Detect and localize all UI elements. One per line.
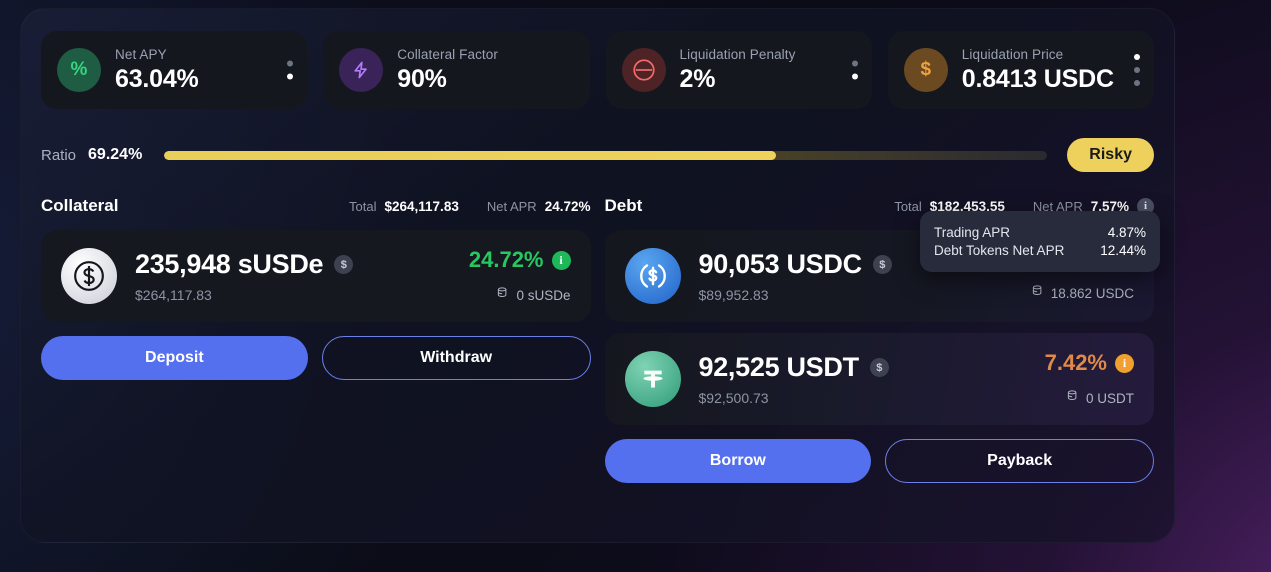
debt-column: Debt Total $182,453.55 Net APR 7.57% i T… — [604, 193, 1160, 483]
info-icon[interactable]: i — [1115, 353, 1134, 373]
stat-value: 2% — [679, 64, 716, 93]
stats-row: % Net APY 63.04% Collateral Factor 90% L… — [41, 31, 1154, 109]
dollar-badge-icon: $ — [872, 255, 892, 274]
debt-asset-usd: $92,500.73 — [698, 390, 769, 406]
tooltip-value: 4.87% — [1107, 225, 1146, 240]
collateral-actions: Deposit Withdraw — [41, 336, 591, 380]
deposit-button[interactable]: Deposit — [41, 336, 308, 380]
ratio-label: Ratio — [41, 146, 77, 164]
stat-dots — [851, 60, 858, 80]
withdraw-button[interactable]: Withdraw — [321, 336, 591, 380]
collateral-wallet-balance: 0 sUSDe — [516, 287, 571, 303]
debt-asset-apr: 7.42% — [1044, 350, 1107, 375]
stat-card-liquidation-penalty[interactable]: Liquidation Penalty 2% — [605, 31, 872, 109]
stat-dots — [287, 60, 294, 80]
ratio-row: Ratio 69.24% Risky — [41, 135, 1154, 175]
stat-value: 90% — [397, 64, 447, 93]
dollar-icon: $ — [903, 48, 948, 92]
stat-value: 63.04% — [115, 64, 199, 93]
info-icon[interactable]: i — [551, 250, 571, 270]
stat-label: Collateral Factor — [397, 46, 498, 62]
debt-actions: Borrow Payback — [604, 439, 1154, 483]
position-panel: % Net APY 63.04% Collateral Factor 90% L… — [20, 8, 1175, 543]
borrow-button[interactable]: Borrow — [604, 439, 872, 483]
dollar-badge-icon: $ — [334, 255, 354, 274]
debt-asset-amount: 90,053 USDC — [698, 249, 863, 279]
debt-wallet-balance: 18.862 USDC — [1050, 285, 1134, 301]
susde-coin-icon — [61, 248, 117, 304]
percent-icon: % — [57, 48, 101, 92]
stat-value: 0.8413 USDC — [961, 64, 1114, 93]
apr-breakdown-tooltip: Trading APR 4.87% Debt Tokens Net APR 12… — [920, 211, 1160, 272]
collateral-apr-label: Net APR — [486, 198, 537, 214]
stat-card-collateral-factor[interactable]: Collateral Factor 90% — [323, 31, 590, 109]
stat-card-liquidation-price[interactable]: $ Liquidation Price 0.8413 USDC — [887, 31, 1154, 109]
wallet-icon — [494, 285, 509, 305]
collateral-title: Collateral — [41, 196, 119, 215]
dollar-badge-icon: $ — [869, 358, 889, 377]
collateral-total-value: $264,117.83 — [384, 198, 459, 214]
usdt-coin-icon — [624, 351, 681, 407]
debt-asset-row[interactable]: 92,525 USDT $ $92,500.73 7.42% i 0 USDT — [604, 333, 1154, 425]
collateral-column: Collateral Total $264,117.83 Net APR 24.… — [41, 193, 591, 483]
collateral-asset-amount: 235,948 sUSDe — [135, 249, 324, 279]
ratio-progress-fill — [164, 150, 776, 160]
debt-total-label: Total — [894, 198, 922, 214]
debt-asset-amount: 92,525 USDT — [698, 352, 860, 382]
debt-asset-usd: $89,952.83 — [698, 287, 769, 303]
collateral-apr-value: 24.72% — [544, 198, 591, 214]
tooltip-value: 12.44% — [1100, 243, 1146, 258]
collateral-total-label: Total — [349, 198, 377, 214]
collateral-asset-usd: $264,117.83 — [135, 287, 212, 303]
stat-label: Net APY — [115, 46, 167, 62]
stat-label: Liquidation Penalty — [679, 46, 796, 62]
tooltip-label: Trading APR — [934, 225, 1011, 240]
wallet-icon — [1029, 283, 1044, 303]
collateral-asset-row[interactable]: 235,948 sUSDe $ $264,117.83 24.72% i 0 s… — [41, 230, 591, 322]
usdc-coin-icon — [624, 248, 681, 304]
status-badge-risky[interactable]: Risky — [1067, 138, 1154, 172]
positions-columns: Collateral Total $264,117.83 Net APR 24.… — [41, 193, 1160, 483]
collateral-asset-apr: 24.72% — [468, 247, 544, 272]
payback-button[interactable]: Payback — [885, 439, 1154, 483]
debt-title: Debt — [604, 196, 643, 215]
tooltip-row: Trading APR 4.87% — [934, 225, 1146, 240]
debt-wallet-balance: 0 USDT — [1085, 390, 1134, 406]
collateral-header: Collateral Total $264,117.83 Net APR 24.… — [41, 193, 591, 219]
stat-card-net-apy[interactable]: % Net APY 63.04% — [41, 31, 308, 109]
minus-circle-icon — [621, 48, 666, 92]
tooltip-row: Debt Tokens Net APR 12.44% — [934, 243, 1146, 258]
bolt-icon — [339, 48, 384, 92]
tooltip-label: Debt Tokens Net APR — [934, 243, 1065, 258]
ratio-value: 69.24% — [88, 146, 143, 163]
stat-dots — [1134, 54, 1140, 86]
stat-label: Liquidation Price — [961, 46, 1064, 62]
ratio-progress-track[interactable] — [164, 150, 1048, 160]
wallet-icon — [1064, 388, 1079, 408]
